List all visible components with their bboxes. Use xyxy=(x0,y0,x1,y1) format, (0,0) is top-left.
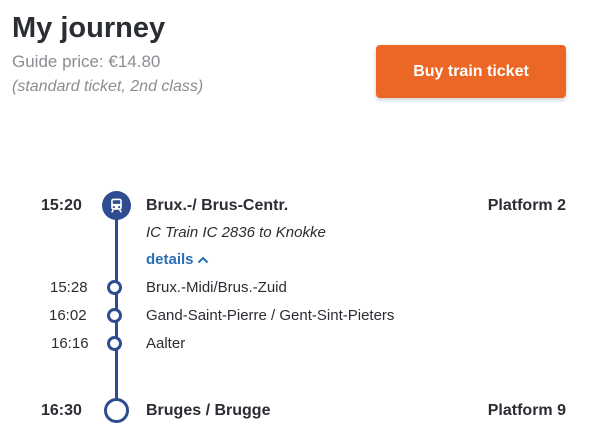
page-title: My journey xyxy=(12,12,166,44)
departure-time: 15:20 xyxy=(41,197,82,214)
train-info: IC Train IC 2836 to Knokke xyxy=(146,224,326,241)
departure-station: Brux.-/ Brus-Centr. xyxy=(146,197,289,214)
arrival-time: 16:30 xyxy=(41,402,82,419)
route-line xyxy=(115,205,118,401)
arrival-dot xyxy=(104,398,129,423)
chevron-up-icon xyxy=(197,256,208,264)
arrival-platform: Platform 9 xyxy=(487,402,566,419)
ticket-note: (standard ticket, 2nd class) xyxy=(12,78,204,95)
stop-time: 16:02 xyxy=(49,307,87,324)
stop-dot xyxy=(107,336,122,351)
stop-time: 16:16 xyxy=(51,335,89,352)
stop-station: Gand-Saint-Pierre / Gent-Sint-Pieters xyxy=(146,307,395,324)
stop-dot xyxy=(107,308,122,323)
guide-price: Guide price: €14.80 xyxy=(12,52,161,71)
train-icon xyxy=(102,191,131,220)
departure-platform: Platform 2 xyxy=(487,197,566,214)
details-label: details xyxy=(146,251,194,268)
stop-station: Brux.-Midi/Brus.-Zuid xyxy=(146,279,287,296)
stop-station: Aalter xyxy=(146,335,186,352)
arrival-station: Bruges / Brugge xyxy=(146,402,271,419)
stop-time: 15:28 xyxy=(50,279,88,296)
stop-dot xyxy=(107,280,122,295)
details-toggle[interactable]: details xyxy=(146,251,209,268)
buy-train-ticket-button[interactable]: Buy train ticket xyxy=(376,45,566,98)
